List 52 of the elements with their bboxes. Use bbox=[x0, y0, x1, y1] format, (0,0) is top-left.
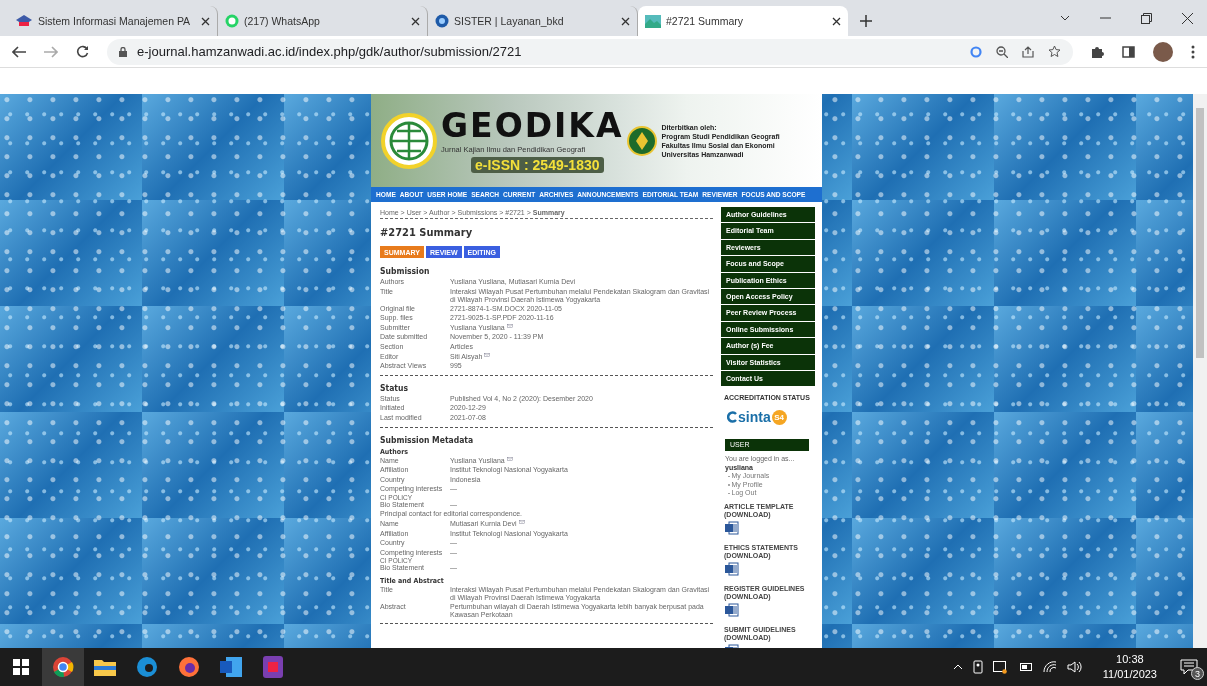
sinta-grade: S4 bbox=[771, 409, 787, 425]
wifi-icon[interactable] bbox=[1042, 661, 1057, 673]
folder-icon[interactable] bbox=[94, 658, 116, 676]
browser-tab[interactable]: #2721 Summary bbox=[638, 6, 848, 36]
close-icon[interactable] bbox=[832, 16, 841, 26]
swirl-icon bbox=[727, 411, 737, 424]
star-icon[interactable] bbox=[1048, 45, 1061, 58]
address-field[interactable]: e-journal.hamzanwadi.ac.id/index.php/gdk/author/submission/2721 bbox=[107, 38, 1073, 65]
close-icon[interactable] bbox=[411, 16, 420, 26]
puzzle-icon[interactable] bbox=[1091, 45, 1104, 58]
notification-center-button[interactable]: 3 bbox=[1177, 655, 1201, 679]
section-heading: Status bbox=[380, 382, 409, 393]
clock-time: 10:38 bbox=[1116, 652, 1144, 667]
tab-title: #2721 Summary bbox=[666, 15, 745, 27]
restore-icon[interactable] bbox=[1141, 12, 1152, 24]
page-heading: #2721 Summary bbox=[380, 226, 474, 239]
close-icon[interactable] bbox=[1182, 12, 1193, 24]
back-arrow-icon[interactable] bbox=[12, 45, 26, 58]
reload-icon[interactable] bbox=[76, 45, 89, 58]
new-tab-icon[interactable] bbox=[860, 15, 872, 27]
lock-icon bbox=[119, 46, 127, 57]
tab-title: (217) WhatsApp bbox=[244, 15, 321, 27]
journal-title: GEODIKA bbox=[441, 108, 624, 142]
side-panel-icon[interactable] bbox=[1122, 45, 1135, 58]
monitor-icon[interactable] bbox=[992, 660, 1007, 674]
windows-start-icon[interactable] bbox=[13, 659, 29, 675]
zoom-out-icon[interactable] bbox=[996, 45, 1008, 58]
close-icon[interactable] bbox=[201, 16, 210, 26]
map-icon bbox=[645, 14, 661, 28]
section-heading: Submission bbox=[380, 266, 431, 276]
chevron-down-icon[interactable] bbox=[1060, 15, 1070, 21]
chrome-icon[interactable] bbox=[52, 656, 74, 678]
url-text: e-journal.hamzanwadi.ac.id/index.php/gdk/author/submission/2721 bbox=[137, 44, 522, 59]
avatar-icon[interactable] bbox=[1153, 41, 1173, 62]
issn-text: e-ISSN : 2549-1830 bbox=[471, 156, 604, 173]
globe-logo-icon bbox=[381, 112, 437, 169]
chevron-up-icon[interactable] bbox=[952, 664, 963, 670]
more-options-icon[interactable] bbox=[1191, 44, 1195, 59]
university-emblem-icon bbox=[627, 125, 658, 156]
notification-count: 3 bbox=[1191, 667, 1204, 680]
speaker-icon[interactable] bbox=[1066, 661, 1083, 673]
clock[interactable]: 10:38 11/01/2023 bbox=[1102, 652, 1157, 682]
scrollbar[interactable] bbox=[1193, 94, 1207, 648]
tab-title: Sistem Informasi Manajemen PA bbox=[38, 15, 192, 27]
share-icon[interactable] bbox=[1022, 45, 1034, 58]
sinta-text: sinta bbox=[738, 409, 771, 426]
close-icon[interactable] bbox=[621, 16, 630, 26]
mortarboard-icon bbox=[15, 14, 33, 28]
section-heading: Submission Metadata bbox=[380, 434, 475, 445]
message-icon bbox=[1180, 659, 1198, 675]
clock-date: 11/01/2023 bbox=[1102, 667, 1157, 682]
tab-title: SISTER | Layanan_bkd bbox=[454, 15, 565, 27]
